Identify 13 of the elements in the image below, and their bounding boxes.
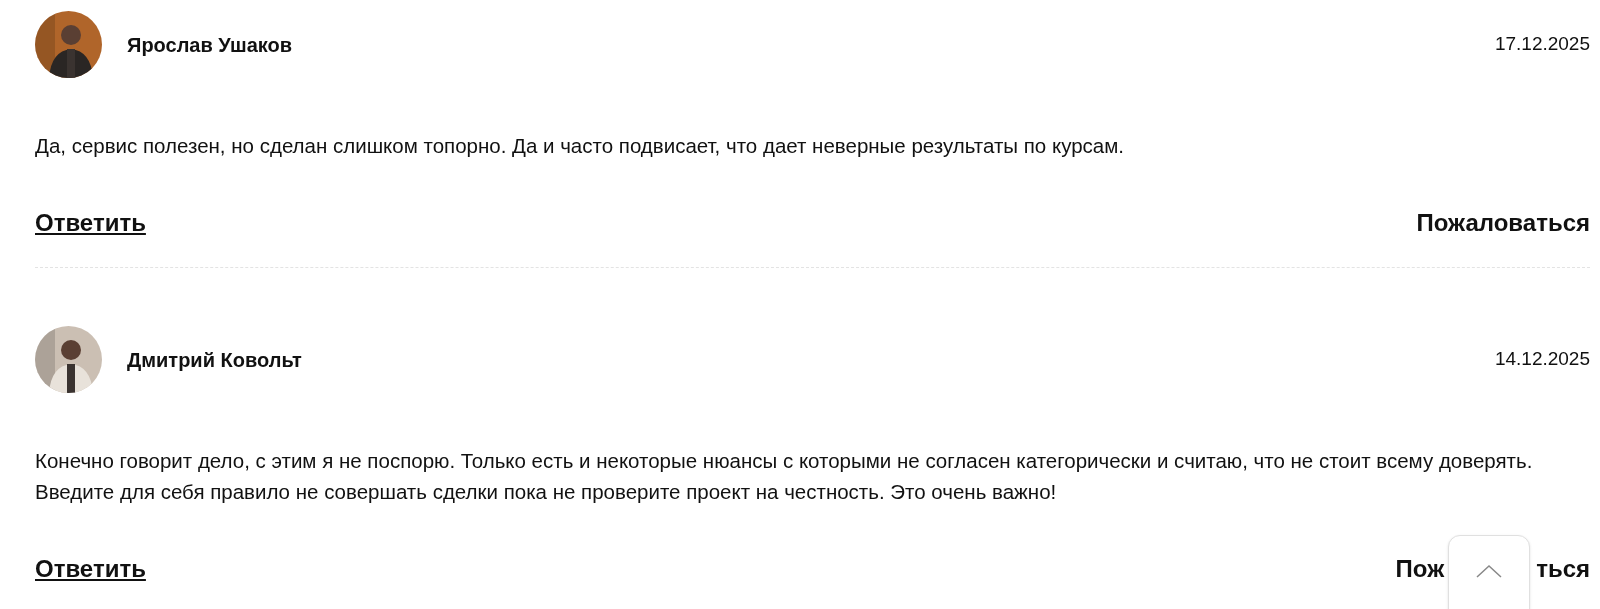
report-link[interactable]: Пож [1395, 551, 1445, 587]
reply-link[interactable]: Ответить [35, 205, 146, 241]
author-name: Ярослав Ушаков [127, 32, 293, 58]
comment-text: Да, сервис полезен, но сделан слишком топорно. Да и часто подвисает, что дает неверные результаты по курсам. [35, 133, 1125, 159]
report-link[interactable]: Пожаловаться [1416, 205, 1590, 241]
chevron-up-icon [1476, 564, 1502, 578]
comment-date: 14.12.2025 [1494, 347, 1590, 372]
comment-text: Конечно говорит дело, с этим я не поспорю. Только есть и некоторые нюансы с которыми не согласен категорически и считаю, что не стоит всему доверять. Введите для себя правило не совершать сделки пока не проверите проект на честность. Это очень важно! [35, 448, 1534, 505]
author-name: Дмитрий Ковольт [127, 347, 302, 373]
report-link[interactable]: ться [1536, 551, 1590, 587]
reply-link[interactable]: Ответить [35, 551, 146, 587]
scroll-to-top-button[interactable] [1448, 535, 1530, 609]
comment-date: 17.12.2025 [1494, 32, 1590, 57]
